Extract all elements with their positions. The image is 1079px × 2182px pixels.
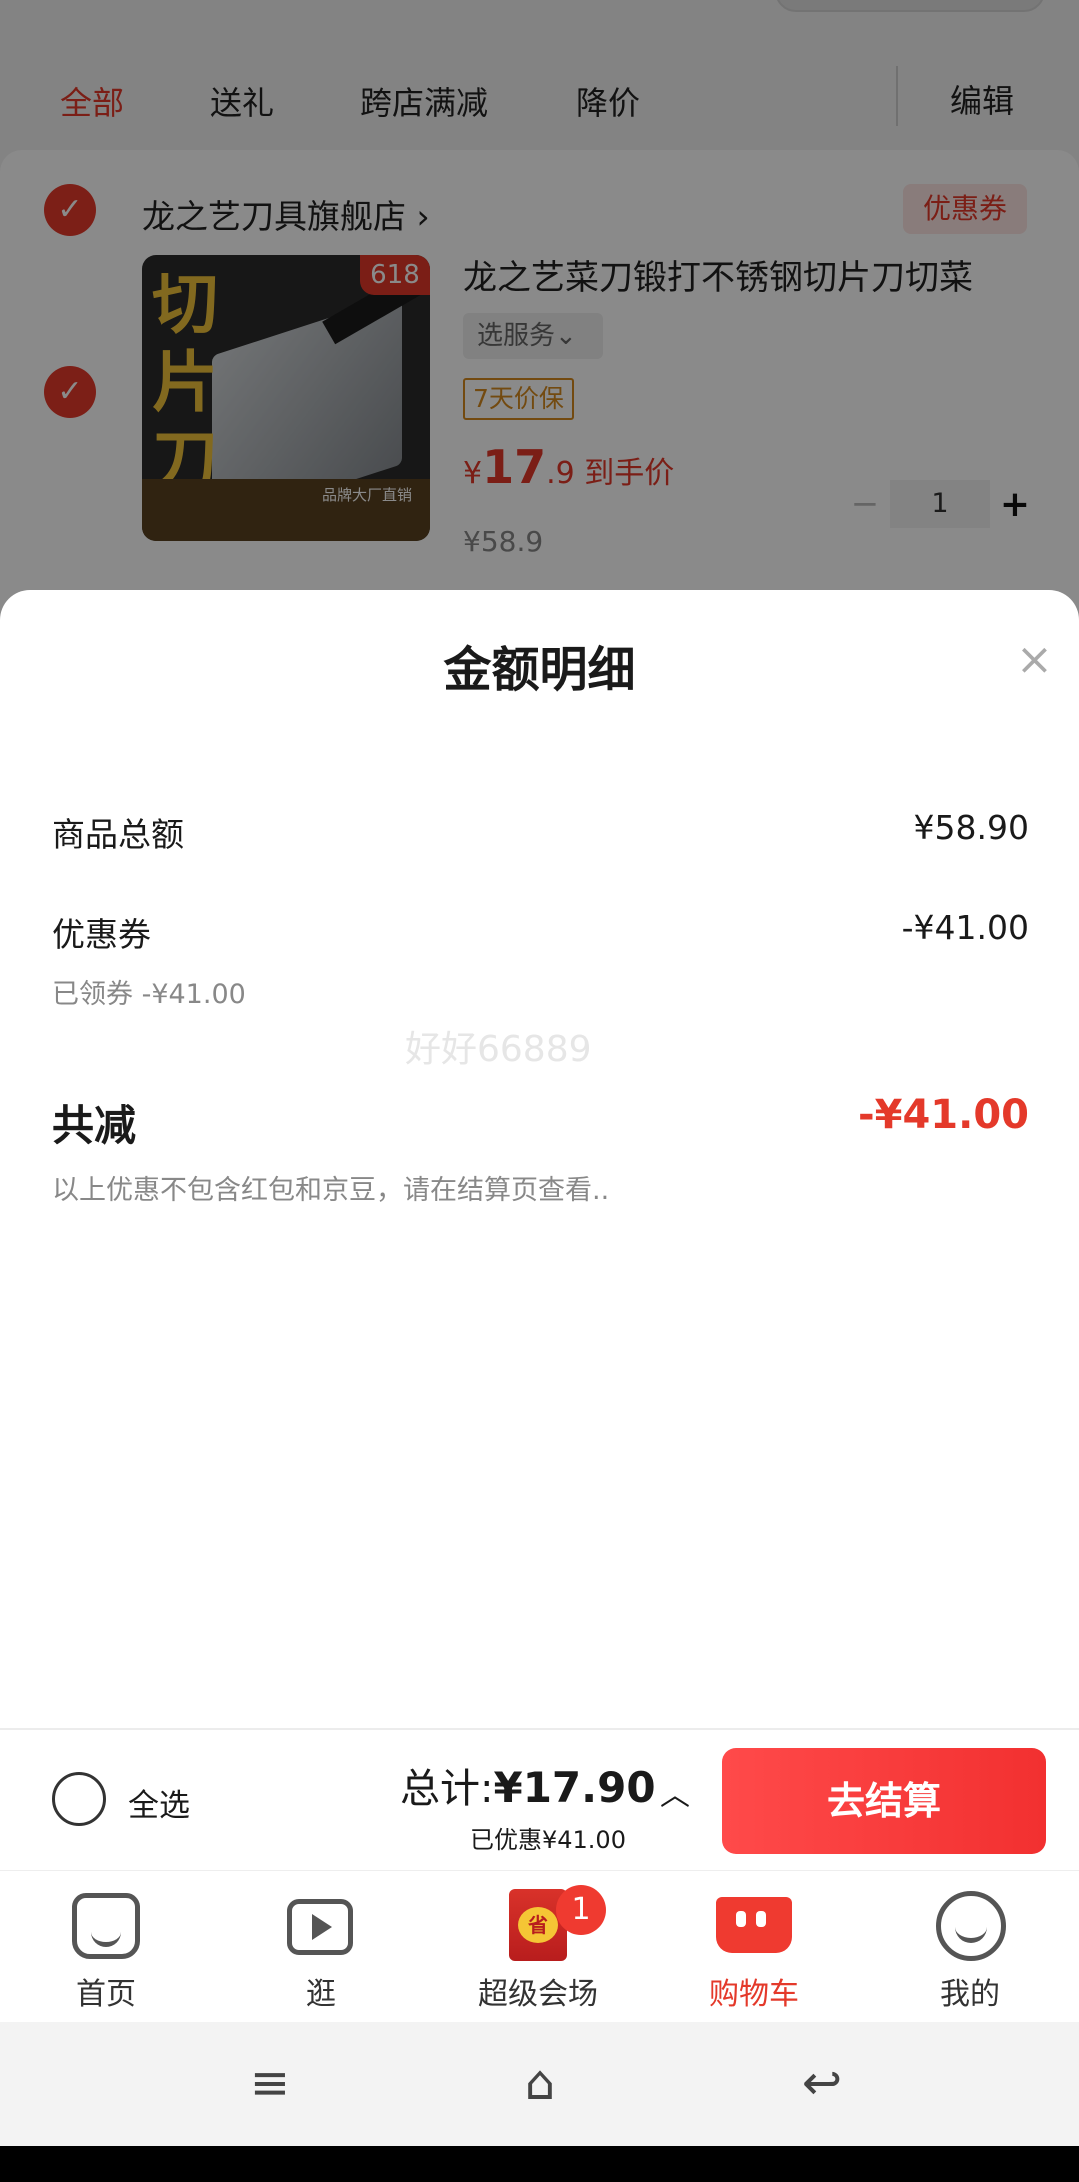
tab-super-venue[interactable]: 1 超级会场: [438, 1871, 638, 2023]
tab-browse-label: 逛: [306, 1977, 336, 2012]
select-all-radio[interactable]: [52, 1772, 106, 1826]
coupon-value: -¥41.00: [901, 908, 1029, 947]
total-reduce-value: -¥41.00: [858, 1092, 1029, 1138]
checkout-total: 总计:¥17.90: [400, 1756, 656, 1814]
watermark-text: 好好66889: [405, 1029, 592, 1070]
back-icon[interactable]: ↩: [782, 2048, 862, 2118]
checkout-bar: 全选 总计:¥17.90 已优惠¥41.00 ︿ 去结算: [0, 1728, 1079, 1870]
system-nav-bar: ≡ ⌂ ↩: [0, 2022, 1079, 2146]
cart-screen: 全部 送礼 跨店满减 降价 编辑 ✓ 龙之艺刀具旗舰店 › 优惠券 ✓ 切片刀 …: [0, 0, 1079, 2182]
home-button-icon[interactable]: ⌂: [500, 2048, 580, 2118]
bottom-bezel: [0, 2146, 1079, 2182]
tab-me-label: 我的: [940, 1977, 1000, 2012]
tab-home-label: 首页: [76, 1977, 136, 2012]
tab-home[interactable]: 首页: [6, 1871, 206, 2023]
menu-icon[interactable]: ≡: [230, 2048, 310, 2118]
tab-browse[interactable]: 逛: [221, 1871, 421, 2023]
tab-super-venue-label: 超级会场: [478, 1977, 598, 2012]
sheet-title: 金额明细: [443, 642, 636, 698]
tab-me[interactable]: 我的: [870, 1871, 1070, 2023]
total-amount: ¥17.90: [493, 1763, 656, 1812]
home-icon: [72, 1893, 140, 1959]
goods-total-value: ¥58.90: [913, 808, 1029, 847]
checkout-button[interactable]: 去结算: [722, 1748, 1046, 1854]
bottom-tab-bar: 首页 逛 1 超级会场 购物车 我的: [0, 1870, 1079, 2022]
smiley-icon: [936, 1891, 1006, 1961]
cart-background: 全部 送礼 跨店满减 降价 编辑 ✓ 龙之艺刀具旗舰店 › 优惠券 ✓ 切片刀 …: [0, 0, 1079, 620]
goods-total-label: 商品总额: [52, 815, 184, 854]
chevron-up-icon[interactable]: ︿: [660, 1770, 690, 1814]
select-all-label[interactable]: 全选: [128, 1780, 190, 1825]
total-prefix: 总计:: [400, 1766, 494, 1812]
tab-cart-label: 购物车: [709, 1977, 799, 2012]
tab-cart[interactable]: 购物车: [654, 1871, 854, 2023]
modal-dim-overlay[interactable]: [0, 0, 1079, 620]
amount-detail-sheet: 金额明细 × 商品总额 ¥58.90 优惠券 -¥41.00 已领券 -¥41.…: [0, 590, 1079, 1728]
play-icon: [287, 1899, 353, 1955]
saved-amount: 已优惠¥41.00: [470, 1826, 626, 1854]
coupon-note: 已领券 -¥41.00: [52, 979, 246, 1010]
cart-icon: [716, 1897, 792, 1953]
close-icon[interactable]: ×: [1016, 634, 1053, 685]
coupon-label: 优惠券: [52, 915, 151, 954]
disclaimer-text: 以上优惠不包含红包和京豆，请在结算页查看..: [52, 1175, 610, 1206]
total-reduce-label: 共减: [52, 1101, 137, 1150]
notification-badge: 1: [556, 1885, 606, 1935]
